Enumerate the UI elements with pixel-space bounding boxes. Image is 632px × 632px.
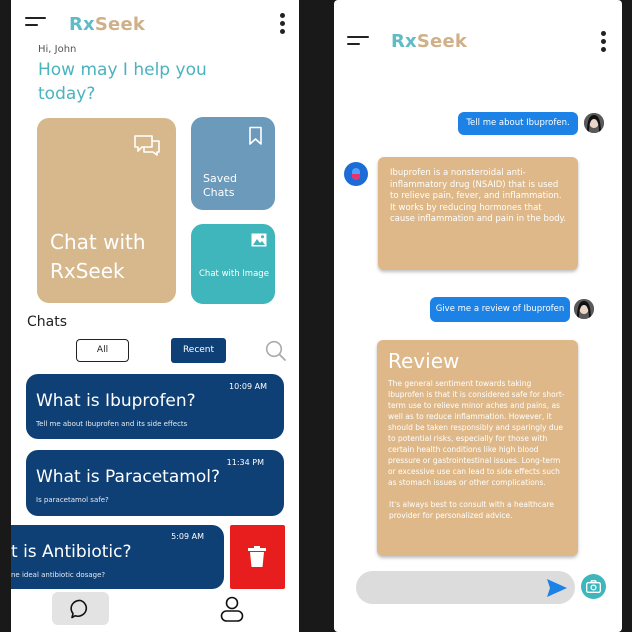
pill-icon <box>352 168 360 180</box>
image-icon <box>251 233 267 247</box>
chat-list-item-swiped[interactable]: 5:09 AM t is Antibiotic? ne ideal antibi… <box>11 525 224 589</box>
menu-icon[interactable] <box>347 34 371 48</box>
filter-all-button[interactable]: All <box>76 339 129 362</box>
message-text-field[interactable] <box>368 579 532 597</box>
chat-subtitle: ne ideal antibiotic dosage? <box>11 571 106 579</box>
filter-recent-button[interactable]: Recent <box>171 338 226 363</box>
review-body: The general sentiment towards taking Ibu… <box>388 379 565 487</box>
chat-title: t is Antibiotic? <box>11 542 132 562</box>
user-message: Give me a review of Ibuprofen <box>430 297 570 322</box>
chat-bubbles-icon <box>134 135 160 156</box>
app-logo: RxSeek <box>391 31 468 52</box>
camera-icon <box>586 580 601 593</box>
saved-chats-label: Saved Chats <box>203 172 237 199</box>
saved-chats-card[interactable]: Saved Chats <box>191 117 275 210</box>
send-icon[interactable] <box>546 578 568 598</box>
chat-screen: RxSeek Tell me about Ibuprofen. Ibuprofe… <box>334 0 622 632</box>
chat-card-label: Chat with RxSeek <box>50 230 146 283</box>
chat-with-image-label: Chat with Image <box>199 269 269 279</box>
chat-title: What is Ibuprofen? <box>36 391 196 411</box>
review-footer: It's always best to consult with a healt… <box>389 500 554 520</box>
user-avatar <box>584 113 604 133</box>
menu-icon[interactable] <box>25 15 49 29</box>
home-screen: RxSeek Hi, John How may I help you today… <box>11 0 299 632</box>
chat-list-item[interactable]: 11:34 PM What is Paracetamol? Is paracet… <box>26 450 284 516</box>
delete-chat-button[interactable] <box>230 525 285 589</box>
chat-with-rxseek-card[interactable]: Chat with RxSeek <box>37 118 176 303</box>
search-icon[interactable] <box>265 340 287 362</box>
bot-message: Ibuprofen is a nonsteroidal anti-inflamm… <box>378 157 578 270</box>
chats-heading: Chats <box>27 314 68 330</box>
profile-icon[interactable] <box>220 596 244 623</box>
chat-time: 11:34 PM <box>226 458 264 467</box>
chat-subtitle: Is paracetamol safe? <box>36 496 109 504</box>
chat-time: 5:09 AM <box>171 532 204 541</box>
more-options-icon[interactable] <box>280 13 285 37</box>
bookmark-icon <box>249 126 262 145</box>
chat-icon <box>70 599 88 619</box>
greeting-name: Hi, John <box>38 44 77 55</box>
message-input[interactable] <box>356 571 575 604</box>
chat-with-image-card[interactable]: Chat with Image <box>191 224 275 304</box>
trash-icon <box>248 546 266 567</box>
chat-time: 10:09 AM <box>229 382 267 391</box>
camera-button[interactable] <box>581 574 606 599</box>
review-title: Review <box>388 349 460 373</box>
nav-chat-tab[interactable] <box>52 592 109 625</box>
app-logo: RxSeek <box>69 14 146 35</box>
chat-subtitle: Tell me about Ibuprofen and its side eff… <box>36 420 188 428</box>
user-message: Tell me about Ibuprofen. <box>458 112 578 135</box>
chat-list-item[interactable]: 10:09 AM What is Ibuprofen? Tell me abou… <box>26 374 284 439</box>
chat-title: What is Paracetamol? <box>36 467 220 487</box>
review-message: Review The general sentiment towards tak… <box>377 340 578 556</box>
bot-avatar <box>344 162 368 186</box>
user-avatar <box>574 299 594 319</box>
more-options-icon[interactable] <box>601 31 606 55</box>
greeting-question: How may I help you today? <box>38 60 207 104</box>
